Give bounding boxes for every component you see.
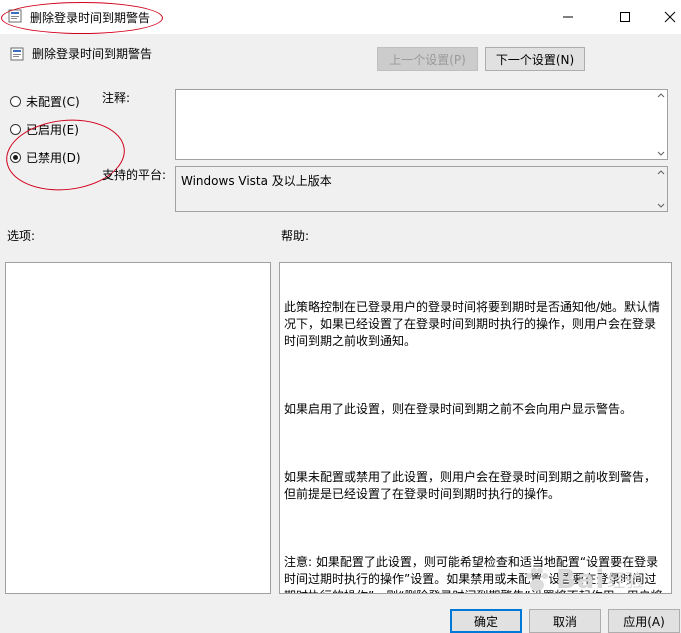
comment-label: 注释: bbox=[102, 91, 131, 105]
radio-label: 未配置(C) bbox=[26, 95, 80, 109]
ok-label: 确定 bbox=[473, 614, 498, 629]
comment-textarea[interactable] bbox=[175, 89, 668, 160]
radio-not-configured[interactable]: 未配置(C) bbox=[10, 93, 80, 110]
apply-label: 应用(A) bbox=[623, 614, 665, 629]
supported-scrollbar[interactable] bbox=[655, 167, 667, 211]
next-setting-label: 下一个设置(N) bbox=[495, 52, 575, 67]
paw-logo-icon bbox=[526, 568, 548, 591]
options-panel bbox=[5, 262, 271, 594]
previous-setting-label: 上一个设置(P) bbox=[389, 52, 466, 67]
baidu-watermark: Bai 经验 bbox=[522, 560, 672, 600]
help-paragraph: 如果未配置或禁用了此设置，则用户会在登录时间到期之前收到警告，但前提是已经设置了… bbox=[284, 470, 657, 501]
radio-dot bbox=[10, 96, 21, 107]
scroll-up-icon bbox=[657, 93, 665, 98]
scroll-down-icon bbox=[657, 203, 665, 208]
help-label: 帮助: bbox=[281, 229, 310, 243]
apply-button[interactable]: 应用(A) bbox=[608, 609, 680, 633]
radio-dot-selected bbox=[10, 152, 21, 163]
help-panel: 此策略控制在已登录用户的登录时间将要到期时是否通知他/她。默认情况下，如果已经设… bbox=[279, 262, 672, 594]
next-setting-button[interactable]: 下一个设置(N) bbox=[485, 47, 585, 71]
policy-icon bbox=[10, 47, 24, 61]
minimize-icon bbox=[563, 16, 573, 18]
help-text: 此策略控制在已登录用户的登录时间将要到期时是否通知他/她。默认情况下，如果已经设… bbox=[284, 265, 665, 593]
radio-label: 已启用(E) bbox=[26, 123, 79, 137]
supported-platforms-field: Windows Vista 及以上版本 bbox=[175, 166, 668, 212]
radio-label: 已禁用(D) bbox=[26, 151, 81, 165]
close-button[interactable] bbox=[647, 0, 681, 34]
supported-platforms-value: Windows Vista 及以上版本 bbox=[181, 174, 332, 188]
dialog-edge bbox=[674, 262, 681, 594]
minimize-button[interactable] bbox=[545, 0, 591, 34]
cancel-label: 取消 bbox=[552, 614, 577, 629]
radio-enabled[interactable]: 已启用(E) bbox=[10, 121, 79, 138]
help-paragraph: 此策略控制在已登录用户的登录时间将要到期时是否通知他/她。默认情况下，如果已经设… bbox=[284, 300, 661, 348]
watermark-text: Bai bbox=[556, 565, 606, 595]
previous-setting-button[interactable]: 上一个设置(P) bbox=[377, 47, 478, 71]
close-icon bbox=[664, 11, 676, 23]
watermark-sub: 经验 bbox=[607, 571, 644, 592]
maximize-icon bbox=[620, 12, 630, 22]
radio-disabled[interactable]: 已禁用(D) bbox=[10, 149, 81, 166]
ok-button[interactable]: 确定 bbox=[450, 609, 522, 633]
window-title: 删除登录时间到期警告 bbox=[30, 11, 151, 25]
policy-name: 删除登录时间到期警告 bbox=[32, 47, 153, 61]
scroll-up-icon bbox=[657, 170, 665, 175]
help-paragraph: 如果启用了此设置，则在登录时间到期之前不会向用户显示警告。 bbox=[284, 402, 633, 416]
maximize-button[interactable] bbox=[602, 0, 648, 34]
title-bar: 删除登录时间到期警告 bbox=[0, 0, 681, 34]
scroll-down-icon bbox=[657, 151, 665, 156]
options-label: 选项: bbox=[7, 229, 36, 243]
comment-scrollbar[interactable] bbox=[655, 90, 667, 159]
radio-dot bbox=[10, 124, 21, 135]
supported-platforms-label: 支持的平台: bbox=[102, 168, 167, 182]
cancel-button[interactable]: 取消 bbox=[529, 609, 601, 633]
policy-settings-icon bbox=[8, 9, 22, 23]
